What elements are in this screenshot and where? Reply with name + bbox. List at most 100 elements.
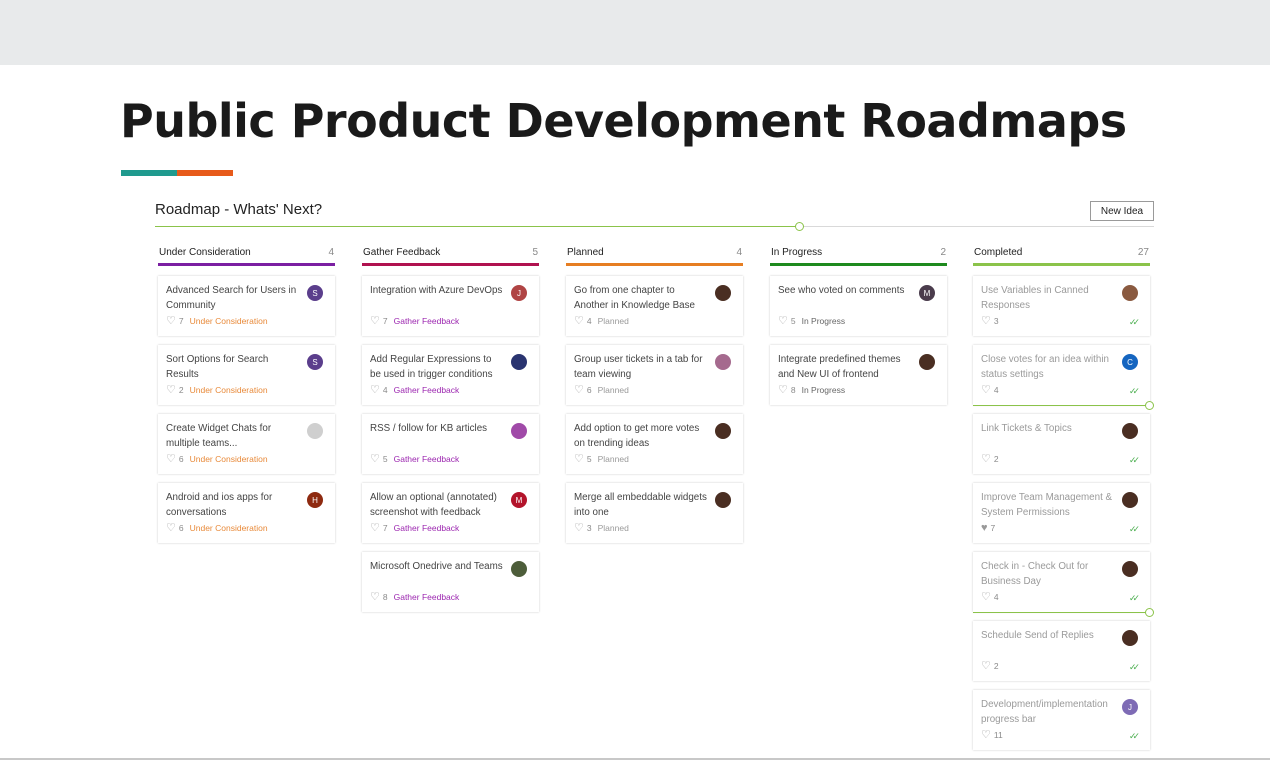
column-color-bar [770,263,947,266]
vote-count: 7 [382,523,388,533]
idea-title: Integration with Azure DevOps [370,285,503,296]
column-name: Under Consideration [159,246,251,258]
column-header: Planned 4 [566,245,743,259]
double-check-icon: ✓✓ [1128,662,1140,672]
title-accent-orange [177,170,233,176]
column-name: Gather Feedback [363,246,441,258]
idea-card[interactable]: Android and ios apps for conversations H ♡… [158,483,335,543]
idea-card[interactable]: See who voted on comments M ♡ 5 In Progress [770,276,947,336]
column-color-bar [566,263,743,266]
heart-icon[interactable]: ♡ [370,385,380,396]
column-header: Gather Feedback 5 [362,245,539,259]
heart-icon[interactable]: ♡ [574,385,584,396]
avatar [919,354,935,370]
vote-count: 5 [586,454,592,464]
heart-icon[interactable]: ♥ [981,523,988,534]
status-label: Planned [597,316,629,326]
slide-top-band [0,0,1270,65]
idea-footer: ♡ 5 Gather Feedback [370,454,459,465]
heart-icon[interactable]: ♡ [574,454,584,465]
idea-title: Advanced Search for Users in Community [166,285,297,311]
heart-icon[interactable]: ♡ [166,316,176,327]
heart-icon[interactable]: ♡ [166,454,176,465]
heart-icon[interactable]: ♡ [778,316,788,327]
idea-card[interactable]: Sort Options for Search Results S ♡ 2 Under … [158,345,335,405]
heart-icon[interactable]: ♡ [981,385,991,396]
idea-title: Check in - Check Out for Business Day [981,561,1089,587]
idea-title: Link Tickets & Topics [981,423,1072,434]
new-idea-button[interactable]: New Idea [1090,201,1154,221]
avatar [1122,561,1138,577]
heart-icon[interactable]: ♡ [981,661,991,672]
idea-card[interactable]: Use Variables in Canned Responses ♡ 3 ✓✓ [973,276,1150,336]
idea-card[interactable]: Create Widget Chats for multiple teams..… [158,414,335,474]
idea-card[interactable]: Group user tickets in a tab for team vie… [566,345,743,405]
double-check-icon: ✓✓ [1128,386,1140,396]
vote-count: 6 [586,385,592,395]
idea-card[interactable]: RSS / follow for KB articles ♡ 5 Gather Fee… [362,414,539,474]
idea-card[interactable]: Add option to get more votes on trending… [566,414,743,474]
idea-footer: ♡ 8 Gather Feedback [370,592,459,603]
vote-count: 7 [382,316,388,326]
idea-card[interactable]: Go from one chapter to Another in Knowle… [566,276,743,336]
idea-title: Add Regular Expressions to be used in tr… [370,354,493,380]
idea-title: Android and ios apps for conversations [166,492,273,518]
status-label: Planned [597,523,629,533]
heart-icon[interactable]: ♡ [370,592,380,603]
heart-icon[interactable]: ♡ [981,592,991,603]
idea-card[interactable]: Improve Team Management & System Permiss… [973,483,1150,543]
heart-icon[interactable]: ♡ [370,454,380,465]
double-check-icon: ✓✓ [1128,317,1140,327]
idea-card[interactable]: Microsoft Onedrive and Teams ♡ 8 Gather Fee… [362,552,539,612]
idea-card[interactable]: Advanced Search for Users in Community S ♡… [158,276,335,336]
heart-icon[interactable]: ♡ [166,385,176,396]
heart-icon[interactable]: ♡ [778,385,788,396]
idea-footer: ♡ 4 [981,592,1005,603]
avatar: C [1122,354,1138,370]
status-label: Planned [597,454,629,464]
column-count: 27 [1137,246,1149,258]
column-header: Under Consideration 4 [158,245,335,259]
idea-card[interactable]: Link Tickets & Topics ♡ 2 ✓✓ [973,414,1150,474]
avatar [1122,630,1138,646]
heart-icon[interactable]: ♡ [574,316,584,327]
idea-card[interactable]: Close votes for an idea within status se… [973,345,1150,405]
idea-title: Schedule Send of Replies [981,630,1094,641]
heart-icon[interactable]: ♡ [981,316,991,327]
idea-card[interactable]: Integrate predefined themes and New UI o… [770,345,947,405]
idea-footer: ♡ 4 Gather Feedback [370,385,459,396]
double-check-icon: ✓✓ [1128,455,1140,465]
column-color-bar [362,263,539,266]
title-accent-teal [121,170,177,176]
column-completed: Completed 27 Use Variables in Canned Respo… [973,245,1150,759]
heart-icon[interactable]: ♡ [370,316,380,327]
idea-footer: ♡ 3 Planned [574,523,629,534]
vote-count: 4 [993,592,999,602]
idea-footer: ♡ 3 [981,316,1005,327]
avatar: S [307,354,323,370]
idea-card[interactable]: Add Regular Expressions to be used in tr… [362,345,539,405]
idea-card[interactable]: Check in - Check Out for Business Day ♡ 4 ✓… [973,552,1150,612]
idea-footer: ♡ 5 In Progress [778,316,845,327]
avatar [715,354,731,370]
vote-count: 2 [993,454,999,464]
idea-title: Add option to get more votes on trending… [574,423,700,449]
heart-icon[interactable]: ♡ [981,454,991,465]
idea-title: Integrate predefined themes and New UI o… [778,354,901,380]
idea-card[interactable]: Allow an optional (annotated) screenshot… [362,483,539,543]
idea-card[interactable]: Development/implementation progress bar J… [973,690,1150,750]
heart-icon[interactable]: ♡ [370,523,380,534]
vote-count: 4 [382,385,388,395]
idea-card[interactable]: Merge all embeddable widgets into one ♡ 3 P… [566,483,743,543]
idea-footer: ♡ 2 Under Consideration [166,385,268,396]
idea-title: Create Widget Chats for multiple teams..… [166,423,272,449]
heart-icon[interactable]: ♡ [166,523,176,534]
idea-card[interactable]: Schedule Send of Replies ♡ 2 ✓✓ [973,621,1150,681]
roadmap-progress-knob [795,222,805,231]
heart-icon[interactable]: ♡ [574,523,584,534]
column-name: Planned [567,246,604,258]
avatar [307,423,323,439]
heart-icon[interactable]: ♡ [981,730,991,741]
idea-card[interactable]: Integration with Azure DevOps J ♡ 7 Gather F… [362,276,539,336]
idea-title: Microsoft Onedrive and Teams [370,561,503,572]
